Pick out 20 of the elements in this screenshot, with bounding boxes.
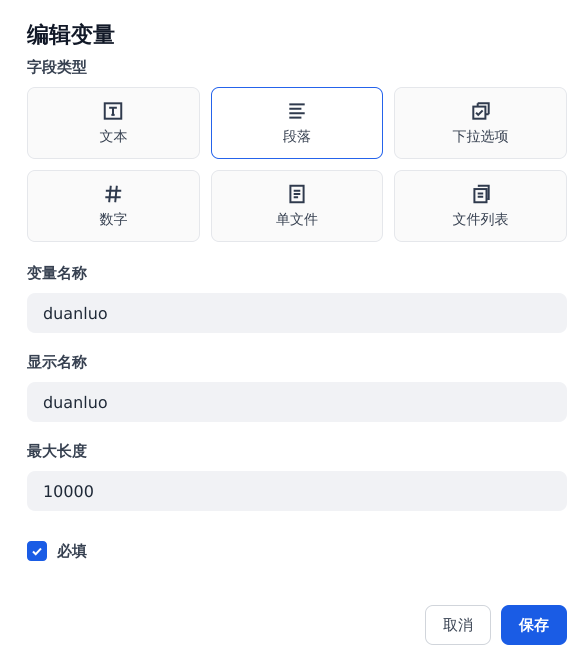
type-option[interactable]: 单文件 bbox=[210, 170, 384, 242]
field-label: 显示名称 bbox=[27, 353, 88, 372]
text-box-icon bbox=[102, 100, 124, 122]
field-label: 变量名称 bbox=[27, 264, 88, 283]
checkbox-stack-icon bbox=[470, 100, 492, 122]
type-option[interactable]: 下拉选项 bbox=[394, 87, 567, 159]
field-label: 字段类型 bbox=[27, 58, 88, 77]
type-option[interactable]: 文本 bbox=[27, 87, 200, 159]
save-button[interactable]: 保存 bbox=[501, 605, 567, 645]
input-field[interactable]: 10000 bbox=[27, 471, 567, 511]
checkbox-label: 必填 bbox=[57, 542, 87, 560]
type-option[interactable]: 段落 bbox=[210, 87, 384, 159]
type-option[interactable]: 文件列表 bbox=[394, 170, 567, 242]
input-field[interactable]: duanluo bbox=[27, 293, 567, 333]
checkbox[interactable] bbox=[27, 541, 47, 561]
cancel-button[interactable]: 取消 bbox=[425, 605, 491, 645]
dialog-title: 编辑变量 bbox=[27, 22, 116, 50]
input-field[interactable]: duanluo bbox=[27, 382, 567, 422]
type-option[interactable]: 数字 bbox=[27, 170, 200, 242]
field-label: 最大长度 bbox=[27, 442, 88, 461]
